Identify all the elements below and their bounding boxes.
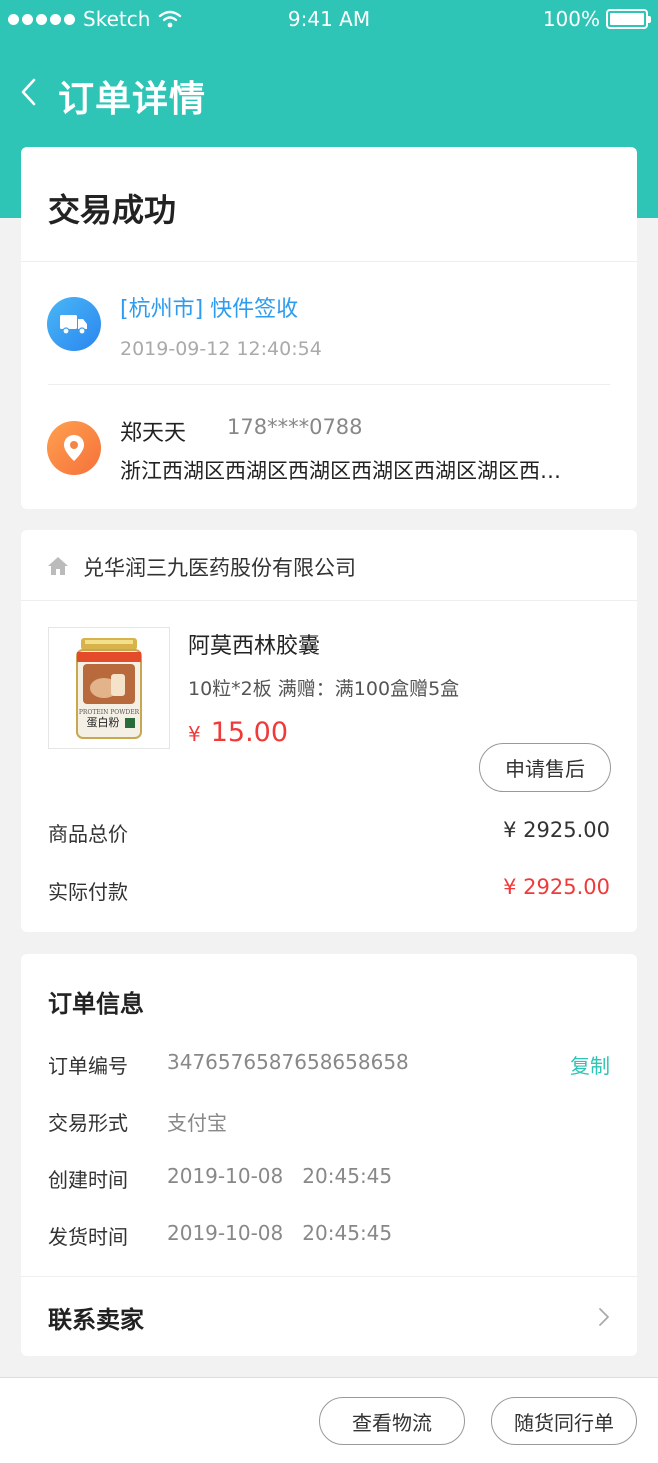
divider bbox=[21, 261, 637, 262]
order-info-card: 订单信息 订单编号 347657658765865865​8 复制 交易形式 支… bbox=[21, 954, 637, 1356]
paid-label: 实际付款 bbox=[48, 880, 128, 904]
shipped-time-label: 发货时间 bbox=[48, 1225, 128, 1249]
order-status-card: 交易成功 [杭州市] 快件签收 2019-09-12 12:40:54 郑天天 … bbox=[21, 147, 637, 509]
store-name[interactable]: 兑华润三九医药股份有限公司 bbox=[83, 552, 356, 582]
product-image[interactable]: PROTEIN POWDER 蛋白粉 bbox=[48, 627, 170, 749]
home-icon bbox=[48, 557, 68, 575]
nav-bar: 订单详情 bbox=[0, 60, 658, 126]
divider bbox=[48, 384, 610, 385]
paid-value: ¥ 2925.00 bbox=[503, 875, 610, 899]
product-name[interactable]: 阿莫西林胶囊 bbox=[188, 628, 320, 660]
receiver-address: 浙江西湖区西湖区西湖区西湖区西湖区湖区西湖区西湖区 bbox=[120, 459, 580, 483]
divider bbox=[21, 600, 637, 601]
chevron-right-icon[interactable] bbox=[597, 1306, 611, 1328]
order-status-title: 交易成功 bbox=[48, 191, 177, 229]
receiver-phone: 178****0788 bbox=[227, 415, 363, 439]
goods-total-label: 商品总价 bbox=[48, 822, 128, 846]
price-value: 15.00 bbox=[210, 717, 289, 748]
back-arrow-icon[interactable] bbox=[16, 74, 42, 110]
page-title: 订单详情 bbox=[58, 79, 207, 120]
goods-total-value: ¥ 2925.00 bbox=[503, 818, 610, 842]
contact-seller[interactable]: 联系卖家 bbox=[48, 1300, 144, 1335]
truck-icon bbox=[47, 297, 101, 351]
after-sale-button[interactable]: 申请售后 bbox=[479, 743, 611, 792]
product-spec: 10粒*2板 满赠：满100盒赠5盒 bbox=[188, 678, 460, 700]
payment-method-label: 交易形式 bbox=[48, 1111, 128, 1135]
copy-button[interactable]: 复制 bbox=[570, 1050, 610, 1079]
status-bar: Sketch 9:41 AM 100% bbox=[0, 0, 658, 38]
battery-icon bbox=[606, 9, 651, 29]
created-time-value: 2019-10-08 20:45:45 bbox=[167, 1164, 393, 1188]
order-info-title: 订单信息 bbox=[48, 990, 144, 1018]
view-logistics-button[interactable]: 查看物流 bbox=[319, 1397, 465, 1445]
waybill-button[interactable]: 随货同行单 bbox=[491, 1397, 637, 1445]
logistics-time: 2019-09-12 12:40:54 bbox=[120, 338, 322, 360]
logistics-latest[interactable]: [杭州市] 快件签收 bbox=[120, 291, 298, 323]
order-number-label: 订单编号 bbox=[48, 1054, 128, 1078]
price-currency: ¥ bbox=[188, 722, 201, 746]
receiver-name: 郑天天 bbox=[120, 421, 187, 446]
payment-method-value: 支付宝 bbox=[167, 1111, 227, 1135]
shipped-time-value: 2019-10-08 20:45:45 bbox=[167, 1221, 393, 1245]
divider bbox=[21, 1276, 637, 1277]
product-price: ¥ 15.00 bbox=[188, 717, 288, 748]
bottom-action-bar: 查看物流 随货同行单 bbox=[0, 1377, 658, 1463]
order-number-value: 347657658765865865​8 bbox=[167, 1050, 409, 1074]
product-card: 兑华润三九医药股份有限公司 PROTEIN POWDER 蛋白粉 阿莫西林胶囊 … bbox=[21, 530, 637, 932]
svg-text:PROTEIN POWDER: PROTEIN POWDER bbox=[79, 709, 140, 716]
created-time-label: 创建时间 bbox=[48, 1168, 128, 1192]
svg-text:蛋白粉: 蛋白粉 bbox=[87, 715, 120, 729]
battery-percent: 100% bbox=[542, 7, 600, 31]
location-pin-icon bbox=[47, 421, 101, 475]
